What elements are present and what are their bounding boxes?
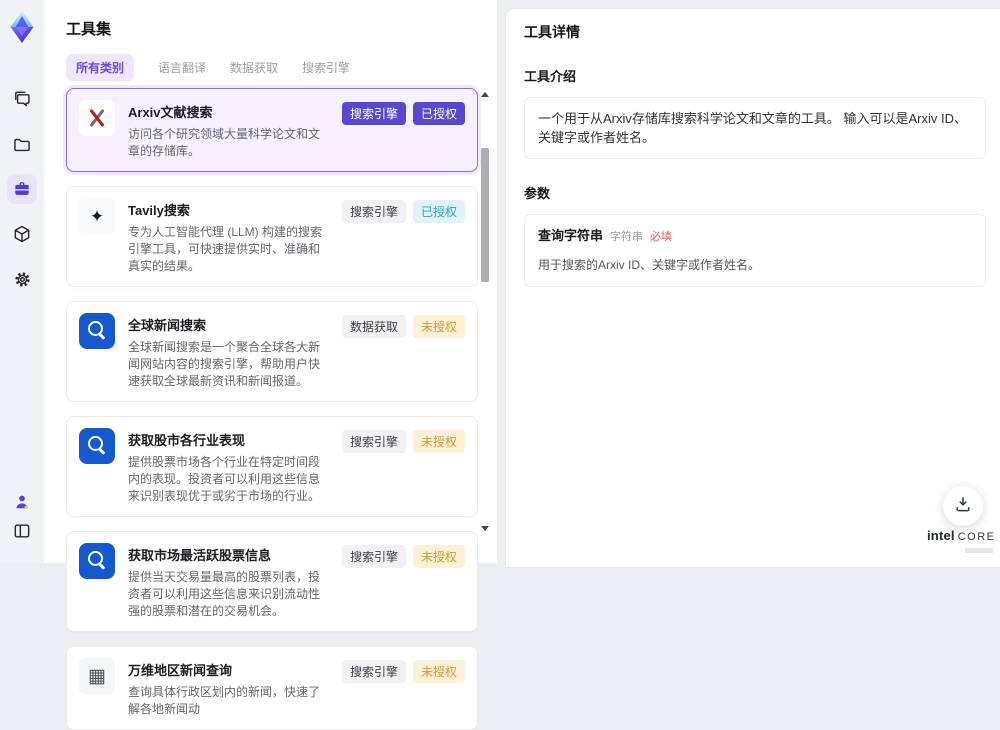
tool-status-badge: 已授权 — [412, 102, 465, 125]
tool-icon — [79, 198, 115, 234]
folder-icon — [12, 135, 32, 155]
tool-description: 全球新闻搜索是一个聚合全球各大新闻网站内容的搜索引擎，帮助用户快速获取全球最新资… — [128, 340, 321, 388]
intel-core-logo: intel CORE — [927, 527, 996, 553]
intel-sub-mark — [965, 548, 993, 553]
tool-name: 获取市场最活跃股票信息 — [128, 548, 272, 563]
tool-description: 提供股票市场各个行业在特定时间段内的表现。投资者可以利用这些信息来识别表现优于或… — [128, 455, 321, 503]
tool-card[interactable]: 全球新闻搜索 全球新闻搜索是一个聚合全球各大新闻网站内容的搜索引擎，帮助用户快速… — [66, 301, 478, 402]
intro-box: 一个用于从Arxiv存储库搜索科学论文和文章的工具。 输入可以是Arxiv ID… — [524, 97, 986, 159]
category-tab[interactable]: 语言翻译 — [158, 54, 206, 81]
toolbox-icon — [12, 179, 32, 199]
tool-name: Arxiv文献搜索 — [128, 105, 213, 120]
param-required-badge: 必填 — [650, 231, 673, 243]
tool-status-badge: 未授权 — [412, 545, 465, 568]
tool-card[interactable]: 获取股市各行业表现 提供股票市场各个行业在特定时间段内的表现。投资者可以利用这些… — [66, 416, 478, 517]
tool-description: 提供当天交易量最高的股票列表，投资者可以利用这些信息来识别流动性强的股票和潜在的… — [128, 570, 321, 618]
scrollbar-thumb[interactable] — [481, 148, 489, 282]
sidebar-item-tools[interactable] — [7, 174, 37, 204]
settings-icon — [12, 269, 33, 290]
page-title: 工具集 — [66, 21, 112, 38]
tool-description: 专为人工智能代理 (LLM) 构建的搜索引擎工具，可快速提供实时、准确和真实的结… — [128, 225, 323, 273]
params-heading: 参数 — [524, 186, 551, 201]
category-tab[interactable]: 搜索引擎 — [302, 54, 350, 81]
tool-status-badge: 未授权 — [412, 430, 465, 453]
tool-list: Arxiv文献搜索 访问各个研究领域大量科学论文和文章的存储库。 搜索引擎 已授… — [66, 88, 478, 730]
download-icon — [953, 494, 973, 519]
tool-icon — [79, 543, 115, 579]
tool-icon — [79, 658, 115, 694]
sidebar-item-panel-toggle[interactable] — [7, 516, 37, 546]
detail-title: 工具详情 — [524, 24, 580, 40]
tool-name: 万维地区新闻查询 — [128, 663, 233, 678]
list-scrollbar[interactable] — [479, 88, 491, 535]
category-tabs: 所有类别 语言翻译 数据获取 搜索引擎 — [66, 54, 497, 81]
chat-icon — [12, 89, 32, 109]
category-tab[interactable]: 数据获取 — [230, 54, 278, 81]
tool-card[interactable]: 获取市场最活跃股票信息 提供当天交易量最高的股票列表，投资者可以利用这些信息来识… — [66, 531, 478, 632]
package-icon — [12, 224, 32, 244]
tool-category-badge: 数据获取 — [341, 315, 406, 338]
param-name: 查询字符串 — [538, 228, 604, 243]
tool-card[interactable]: 万维地区新闻查询 查询具体行政区划内的新闻，快速了解各地新闻动 搜索引擎 未授权 — [66, 646, 478, 730]
tool-status-badge: 已授权 — [412, 200, 465, 223]
sidebar-item-chat[interactable] — [7, 84, 37, 114]
app-logo — [4, 8, 40, 46]
intro-heading: 工具介绍 — [524, 69, 577, 84]
sidebar-item-account[interactable] — [7, 487, 37, 517]
tool-name: 全球新闻搜索 — [128, 318, 207, 333]
tool-icon — [79, 428, 115, 464]
tool-icon — [79, 100, 115, 136]
tool-category-badge: 搜索引擎 — [341, 545, 406, 568]
tool-name: Tavily搜索 — [128, 203, 190, 218]
sidebar-item-packages[interactable] — [7, 219, 37, 249]
tool-description: 查询具体行政区划内的新闻，快速了解各地新闻动 — [128, 685, 321, 716]
param-box: 查询字符串 字符串 必填 用于搜索的Arxiv ID、关键字或作者姓名。 — [524, 214, 986, 287]
sidebar-item-files[interactable] — [7, 130, 37, 160]
scroll-up-arrow[interactable] — [481, 92, 489, 97]
tool-card[interactable]: Arxiv文献搜索 访问各个研究领域大量科学论文和文章的存储库。 搜索引擎 已授… — [66, 88, 478, 172]
tool-status-badge: 未授权 — [412, 315, 465, 338]
sidebar-item-settings[interactable] — [7, 264, 37, 294]
category-tab[interactable]: 所有类别 — [66, 54, 135, 81]
scroll-down-arrow[interactable] — [481, 526, 489, 531]
core-brand-text: CORE — [957, 531, 996, 543]
param-description: 用于搜索的Arxiv ID、关键字或作者姓名。 — [538, 258, 761, 272]
tool-category-badge: 搜索引擎 — [341, 200, 406, 223]
tool-card[interactable]: Tavily搜索 专为人工智能代理 (LLM) 构建的搜索引擎工具，可快速提供实… — [66, 186, 478, 287]
intel-brand-text: intel — [927, 528, 955, 543]
tool-category-badge: 搜索引擎 — [341, 660, 406, 683]
tool-icon — [79, 313, 115, 349]
tool-name: 获取股市各行业表现 — [128, 433, 246, 448]
tool-detail-panel: 工具详情 工具介绍 一个用于从Arxiv存储库搜索科学论文和文章的工具。 输入可… — [505, 8, 1000, 568]
panel-toggle-icon — [12, 521, 32, 541]
user-icon — [12, 492, 32, 512]
param-type: 字符串 — [610, 231, 644, 243]
tool-list-panel: 工具集 所有类别 语言翻译 数据获取 搜索引擎 Arxiv文献搜索 访问各个研究领域大… — [44, 0, 497, 730]
tool-description: 访问各个研究领域大量科学论文和文章的存储库。 — [128, 127, 321, 158]
download-button[interactable] — [943, 486, 983, 526]
tool-category-badge: 搜索引擎 — [341, 430, 406, 453]
tool-category-badge: 搜索引擎 — [341, 102, 406, 125]
tool-status-badge: 未授权 — [412, 660, 465, 683]
sidebar-rail — [0, 0, 44, 563]
